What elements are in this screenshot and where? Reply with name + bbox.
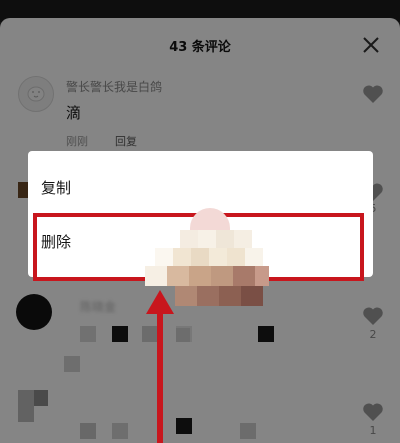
menu-item-copy[interactable]: 复制 — [28, 161, 373, 215]
menu-item-label: 复制 — [41, 179, 72, 197]
annotation-arrow-icon — [146, 290, 174, 443]
